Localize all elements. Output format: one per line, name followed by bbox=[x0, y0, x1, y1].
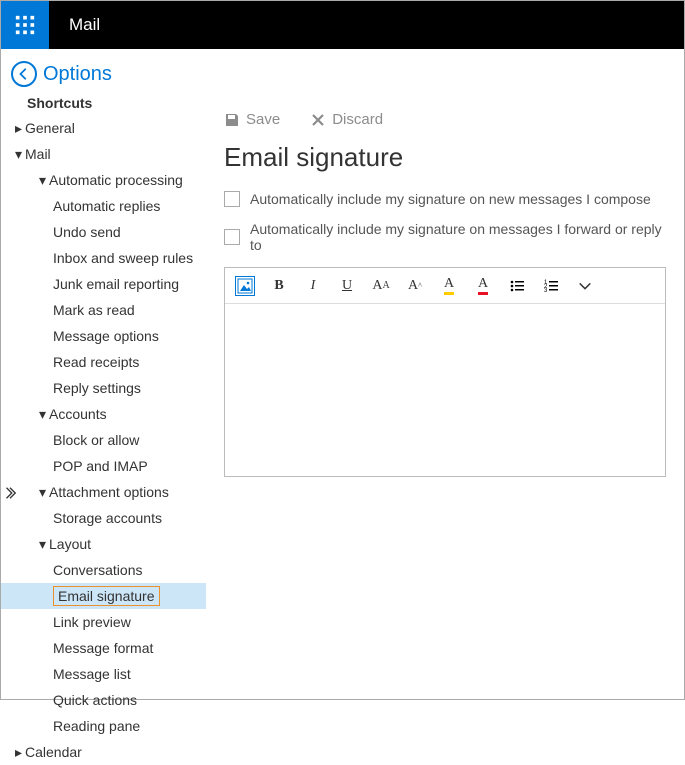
number-list-icon: 123 bbox=[543, 278, 559, 294]
checkbox-sig-reply-label: Automatically include my signature on me… bbox=[250, 221, 666, 253]
nav-mark-as-read[interactable]: Mark as read bbox=[1, 297, 206, 323]
nav-message-format[interactable]: Message format bbox=[1, 635, 206, 661]
page-title: Email signature bbox=[224, 142, 666, 173]
bullet-list-button[interactable] bbox=[507, 276, 527, 296]
checkbox-sig-new[interactable] bbox=[224, 191, 240, 207]
bullet-list-icon bbox=[509, 278, 525, 294]
nav-automatic-processing[interactable]: ▾Automatic processing bbox=[1, 167, 206, 193]
app-launcher-button[interactable] bbox=[1, 1, 49, 49]
svg-text:3: 3 bbox=[544, 288, 548, 294]
nav-storage-accounts[interactable]: Storage accounts bbox=[1, 505, 206, 531]
image-icon bbox=[237, 278, 253, 294]
nav-quick-actions[interactable]: Quick actions bbox=[1, 687, 206, 713]
nav-attachment-options[interactable]: ▾Attachment options bbox=[1, 479, 206, 505]
save-button[interactable]: Save bbox=[224, 111, 280, 128]
nav-accounts[interactable]: ▾Accounts bbox=[1, 401, 206, 427]
font-size-button[interactable]: AA bbox=[371, 276, 391, 296]
content-area: Save Discard Email signature Automatical… bbox=[206, 91, 684, 699]
waffle-icon bbox=[14, 14, 36, 36]
nav-inbox-sweep[interactable]: Inbox and sweep rules bbox=[1, 245, 206, 271]
nav-general[interactable]: ▸General bbox=[1, 115, 206, 141]
options-sidebar: Shortcuts ▸General ▾Mail ▾Automatic proc… bbox=[1, 91, 206, 699]
nav-layout[interactable]: ▾Layout bbox=[1, 531, 206, 557]
nav-message-list[interactable]: Message list bbox=[1, 661, 206, 687]
nav-email-signature[interactable]: Email signature bbox=[1, 583, 206, 609]
nav-mail[interactable]: ▾Mail bbox=[1, 141, 206, 167]
number-list-button[interactable]: 123 bbox=[541, 276, 561, 296]
highlight-button[interactable]: A bbox=[439, 276, 459, 296]
nav-conversations[interactable]: Conversations bbox=[1, 557, 206, 583]
app-title: Mail bbox=[69, 15, 100, 35]
signature-textarea[interactable] bbox=[225, 304, 665, 476]
font-color-button[interactable]: A bbox=[473, 276, 493, 296]
insert-image-button[interactable] bbox=[235, 276, 255, 296]
checkbox-sig-new-label: Automatically include my signature on ne… bbox=[250, 191, 651, 207]
nav-reading-pane[interactable]: Reading pane bbox=[1, 713, 206, 739]
options-back-button[interactable]: Options bbox=[1, 49, 684, 91]
underline-button[interactable]: U bbox=[337, 276, 357, 296]
nav-pop-imap[interactable]: POP and IMAP bbox=[1, 453, 206, 479]
nav-junk-email[interactable]: Junk email reporting bbox=[1, 271, 206, 297]
nav-automatic-replies[interactable]: Automatic replies bbox=[1, 193, 206, 219]
nav-reply-settings[interactable]: Reply settings bbox=[1, 375, 206, 401]
nav-read-receipts[interactable]: Read receipts bbox=[1, 349, 206, 375]
discard-button[interactable]: Discard bbox=[310, 111, 383, 128]
back-icon bbox=[11, 61, 37, 87]
editor-toolbar: B I U AA A^ A A 123 bbox=[225, 268, 665, 304]
nav-calendar[interactable]: ▸Calendar bbox=[1, 739, 206, 765]
superscript-button[interactable]: A^ bbox=[405, 276, 425, 296]
nav-link-preview[interactable]: Link preview bbox=[1, 609, 206, 635]
discard-icon bbox=[310, 112, 326, 128]
nav-undo-send[interactable]: Undo send bbox=[1, 219, 206, 245]
nav-message-options[interactable]: Message options bbox=[1, 323, 206, 349]
nav-block-allow[interactable]: Block or allow bbox=[1, 427, 206, 453]
italic-button[interactable]: I bbox=[303, 276, 323, 296]
options-title: Options bbox=[43, 63, 112, 86]
save-label: Save bbox=[246, 111, 280, 128]
shortcuts-heading: Shortcuts bbox=[1, 95, 206, 115]
save-icon bbox=[224, 112, 240, 128]
expand-handle[interactable] bbox=[3, 486, 17, 505]
checkbox-sig-reply[interactable] bbox=[224, 229, 240, 245]
signature-editor: B I U AA A^ A A 123 bbox=[224, 267, 666, 477]
bold-button[interactable]: B bbox=[269, 276, 289, 296]
more-formatting-button[interactable] bbox=[575, 276, 595, 296]
chevron-down-icon bbox=[578, 279, 592, 293]
discard-label: Discard bbox=[332, 111, 383, 128]
